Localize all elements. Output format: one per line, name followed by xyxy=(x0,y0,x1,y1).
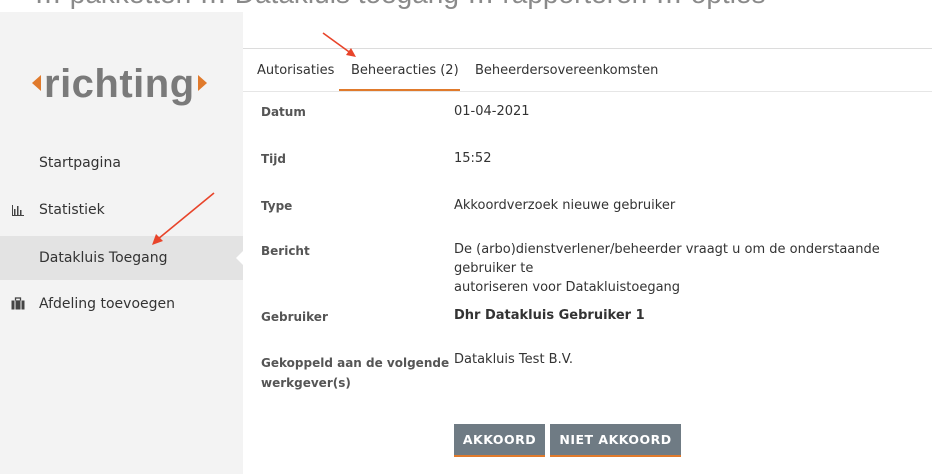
tijd-label: Tijd xyxy=(261,152,287,166)
bericht-line-1: De (arbo)dienstverlener/beheerder vraagt… xyxy=(454,242,880,276)
logo-left-chevron-icon xyxy=(32,75,41,92)
richting-logo[interactable]: richting xyxy=(32,62,207,107)
werkgever-label-line-2: werkgever(s) xyxy=(261,376,351,390)
briefcase-icon xyxy=(11,297,25,311)
active-tab-indicator xyxy=(339,89,460,91)
type-value: Akkoordverzoek nieuwe gebruiker xyxy=(454,198,676,213)
tab-autorisaties[interactable]: Autorisaties xyxy=(257,63,334,78)
tab-beheeracties[interactable]: Beheeracties (2) xyxy=(351,63,459,78)
type-label: Type xyxy=(261,199,293,213)
tab-beheerdersovereenkomsten[interactable]: Beheerdersovereenkomsten xyxy=(475,63,658,78)
gebruiker-value: Dhr Datakluis Gebruiker 1 xyxy=(454,308,645,323)
gebruiker-label: Gebruiker xyxy=(261,310,328,324)
bericht-label: Bericht xyxy=(261,244,310,258)
sidebar-item-startpagina[interactable]: Startpagina xyxy=(0,141,243,185)
sidebar-item-label: Statistiek xyxy=(39,202,105,218)
datum-value: 01-04-2021 xyxy=(454,104,530,119)
datum-label: Datum xyxy=(261,105,306,119)
akkoord-button[interactable]: AKKOORD xyxy=(454,424,545,457)
sidebar-item-datakluis-toegang[interactable]: Datakluis Toegang xyxy=(0,236,243,280)
werkgever-value: Datakluis Test B.V. xyxy=(454,352,574,367)
bar-chart-icon xyxy=(11,203,25,217)
niet-akkoord-button[interactable]: NIET AKKOORD xyxy=(550,424,681,457)
sidebar-item-label: Startpagina xyxy=(39,155,121,171)
sidebar-item-label: Afdeling toevoegen xyxy=(39,296,176,312)
sidebar-item-afdeling-toevoegen[interactable]: Afdeling toevoegen xyxy=(0,282,243,326)
cropped-header-text: … pakketten … Datakluis toegang … rappor… xyxy=(34,0,766,10)
werkgever-label-line-1: Gekoppeld aan de volgende xyxy=(261,356,450,370)
werkgever-label: Gekoppeld aan de volgende werkgever(s) xyxy=(261,353,449,393)
sidebar-item-label: Datakluis Toegang xyxy=(39,250,168,266)
logo-text: richting xyxy=(44,62,195,106)
sidebar-item-statistiek[interactable]: Statistiek xyxy=(0,188,243,232)
logo-right-chevron-icon xyxy=(197,75,207,92)
sidebar: richting Startpagina Statistiek Dataklui… xyxy=(0,12,243,474)
tijd-value: 15:52 xyxy=(454,151,492,166)
bericht-value: De (arbo)dienstverlener/beheerder vraagt… xyxy=(454,240,924,297)
bericht-line-2: autoriseren voor Datakluistoegang xyxy=(454,280,681,295)
